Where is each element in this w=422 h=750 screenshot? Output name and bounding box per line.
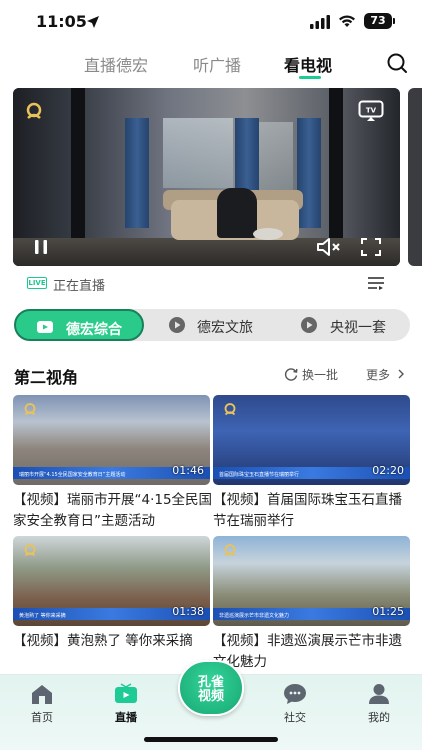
chevron-right-icon[interactable]: [397, 369, 405, 379]
video-title[interactable]: 【视频】瑞丽市开展“4·15全民国家安全教育日”主题活动: [13, 490, 213, 532]
station-logo-icon: [224, 544, 236, 557]
location-arrow-icon: [87, 16, 99, 28]
video-thumbnail[interactable]: 黄泡熟了 等你来采摘 01:38: [13, 536, 210, 626]
video-duration: 02:20: [372, 464, 404, 477]
station-logo-icon: [24, 403, 36, 416]
fullscreen-icon[interactable]: [360, 237, 382, 257]
nav-label: 我的: [368, 711, 390, 724]
tab-radio[interactable]: 听广播: [193, 52, 241, 76]
peacock-video-label-bottom: 视频: [197, 689, 224, 704]
home-icon: [32, 685, 52, 704]
station-logo-icon: [224, 403, 236, 416]
scene-window: [163, 118, 233, 188]
scene-curtain: [125, 118, 149, 228]
video-title[interactable]: 【视频】黄泡熟了 等你来采摘: [13, 631, 213, 652]
nav-label: 社交: [284, 711, 306, 724]
video-thumbnail[interactable]: 首届国际珠宝玉石直播节在瑞丽举行 02:20: [213, 395, 410, 485]
peacock-video-label-top: 孔雀: [197, 675, 224, 690]
thumbnail-caption: 瑞丽市开展“4.15全民国家安全教育日”主题活动: [19, 472, 126, 478]
thumbnail-caption: 非遗巡演展示芒市非遗文化魅力: [219, 613, 290, 619]
scene-table: [253, 228, 283, 240]
search-icon[interactable]: [386, 52, 408, 74]
chat-bubble-icon: [284, 684, 306, 704]
channel-cctv1[interactable]: 央视一套: [330, 317, 386, 337]
tv-icon: [37, 321, 53, 333]
svg-text:TV: TV: [366, 107, 377, 115]
nav-profile[interactable]: 我的: [351, 683, 407, 725]
live-badge: LIVE: [27, 277, 47, 289]
tab-tv[interactable]: 看电视: [284, 52, 332, 76]
scene-person: [217, 188, 257, 238]
nav-home[interactable]: 首页: [14, 683, 70, 725]
mute-icon[interactable]: [316, 236, 342, 258]
playlist-icon[interactable]: [367, 275, 385, 291]
refresh-icon[interactable]: [284, 367, 298, 381]
status-time: 11:05: [36, 12, 87, 31]
cellular-signal-icon: [310, 15, 330, 29]
video-thumbnail[interactable]: 瑞丽市开展“4.15全民国家安全教育日”主题活动 01:46: [13, 395, 210, 485]
channel-label: 德宏综合: [66, 322, 122, 338]
video-duration: 01:38: [172, 605, 204, 618]
station-logo-icon: [24, 544, 36, 557]
play-circle-icon[interactable]: [168, 316, 186, 334]
active-tab-indicator: [299, 76, 321, 79]
station-logo-icon: [26, 102, 42, 119]
battery-indicator: 73: [364, 13, 395, 29]
peacock-video-label: 孔雀 视频: [180, 676, 242, 704]
nav-label: 首页: [31, 711, 53, 724]
live-tv-icon: [115, 683, 137, 703]
video-thumbnail[interactable]: 非遗巡演展示芒市非遗文化魅力 01:25: [213, 536, 410, 626]
status-bar: 11:05 73: [0, 0, 422, 44]
peacock-video-button[interactable]: 孔雀 视频: [178, 660, 244, 716]
top-tabs: 直播德宏 听广播 看电视: [0, 46, 422, 80]
thumbnail-caption: 首届国际珠宝玉石直播节在瑞丽举行: [219, 472, 300, 478]
video-duration: 01:25: [372, 605, 404, 618]
more-button[interactable]: 更多: [366, 366, 390, 383]
user-icon: [369, 684, 389, 704]
next-video-preview[interactable]: [408, 88, 422, 266]
section-title: 第二视角: [14, 368, 79, 387]
nav-live[interactable]: 直播: [98, 683, 154, 725]
tv-cast-icon[interactable]: TV: [358, 100, 384, 122]
play-circle-icon[interactable]: [300, 316, 318, 334]
video-duration: 01:46: [172, 464, 204, 477]
channel-dehong-general[interactable]: 德宏综合: [14, 309, 144, 341]
pause-icon[interactable]: [32, 238, 50, 256]
refresh-button[interactable]: 换一批: [302, 366, 338, 383]
channel-dehong-culture-tourism[interactable]: 德宏文旅: [197, 317, 253, 337]
thumbnail-caption: 黄泡熟了 等你来采摘: [19, 613, 66, 619]
wifi-icon: [339, 15, 355, 27]
nav-social[interactable]: 社交: [267, 683, 323, 725]
live-status-text: 正在直播: [53, 279, 106, 294]
nav-label: 直播: [115, 711, 137, 724]
video-title[interactable]: 【视频】非遗巡演展示芒市非遗文化魅力: [213, 631, 413, 673]
channel-selector: 德宏综合 德宏文旅 央视一套: [14, 309, 410, 341]
tab-live-dehong[interactable]: 直播德宏: [84, 52, 148, 76]
home-indicator: [144, 737, 278, 742]
scene-curtain-3: [297, 118, 321, 228]
video-title[interactable]: 【视频】首届国际珠宝玉石直播节在瑞丽举行: [213, 490, 413, 532]
